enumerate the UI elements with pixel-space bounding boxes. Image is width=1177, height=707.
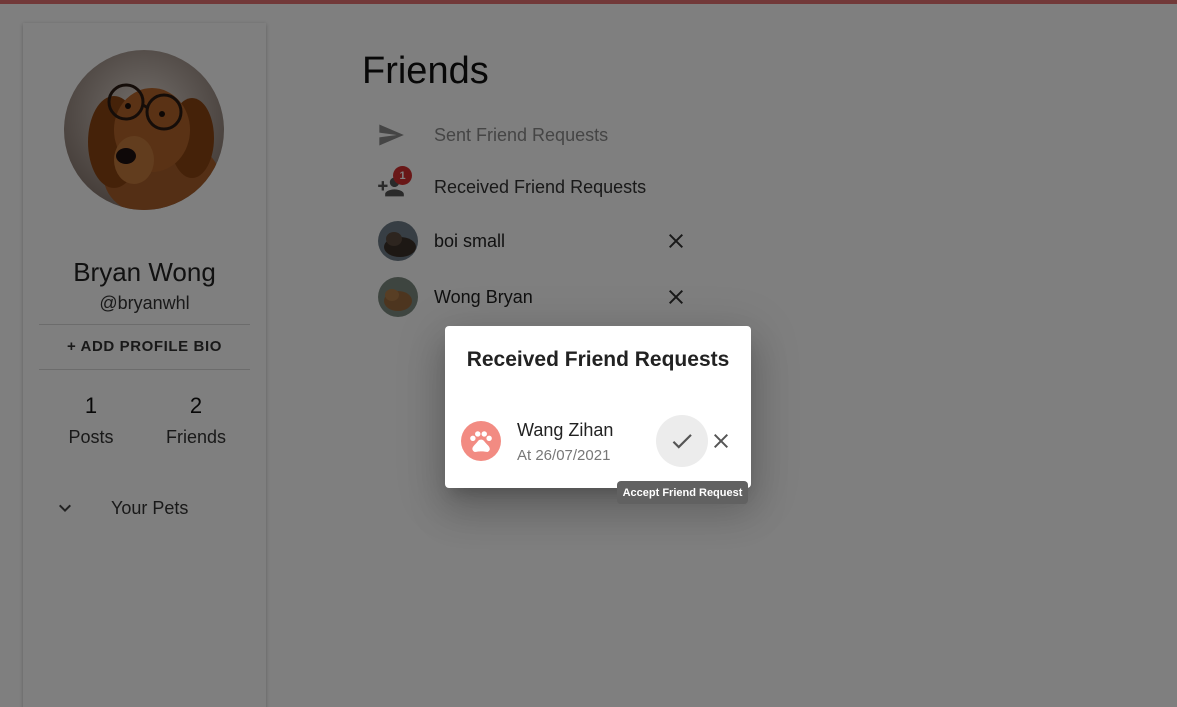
dialog-title: Received Friend Requests [466, 348, 730, 371]
decline-friend-request-button[interactable] [709, 429, 733, 453]
close-icon [714, 434, 728, 448]
received-friend-requests-dialog: Received Friend Requests Wang Zihan At 2… [445, 326, 751, 488]
accept-tooltip: Accept Friend Request [617, 481, 748, 504]
paw-icon [461, 421, 501, 461]
accept-friend-request-button[interactable] [656, 415, 708, 467]
requester-name: Wang Zihan [517, 420, 614, 440]
check-icon [672, 434, 692, 449]
request-date: At 26/07/2021 [517, 447, 611, 464]
